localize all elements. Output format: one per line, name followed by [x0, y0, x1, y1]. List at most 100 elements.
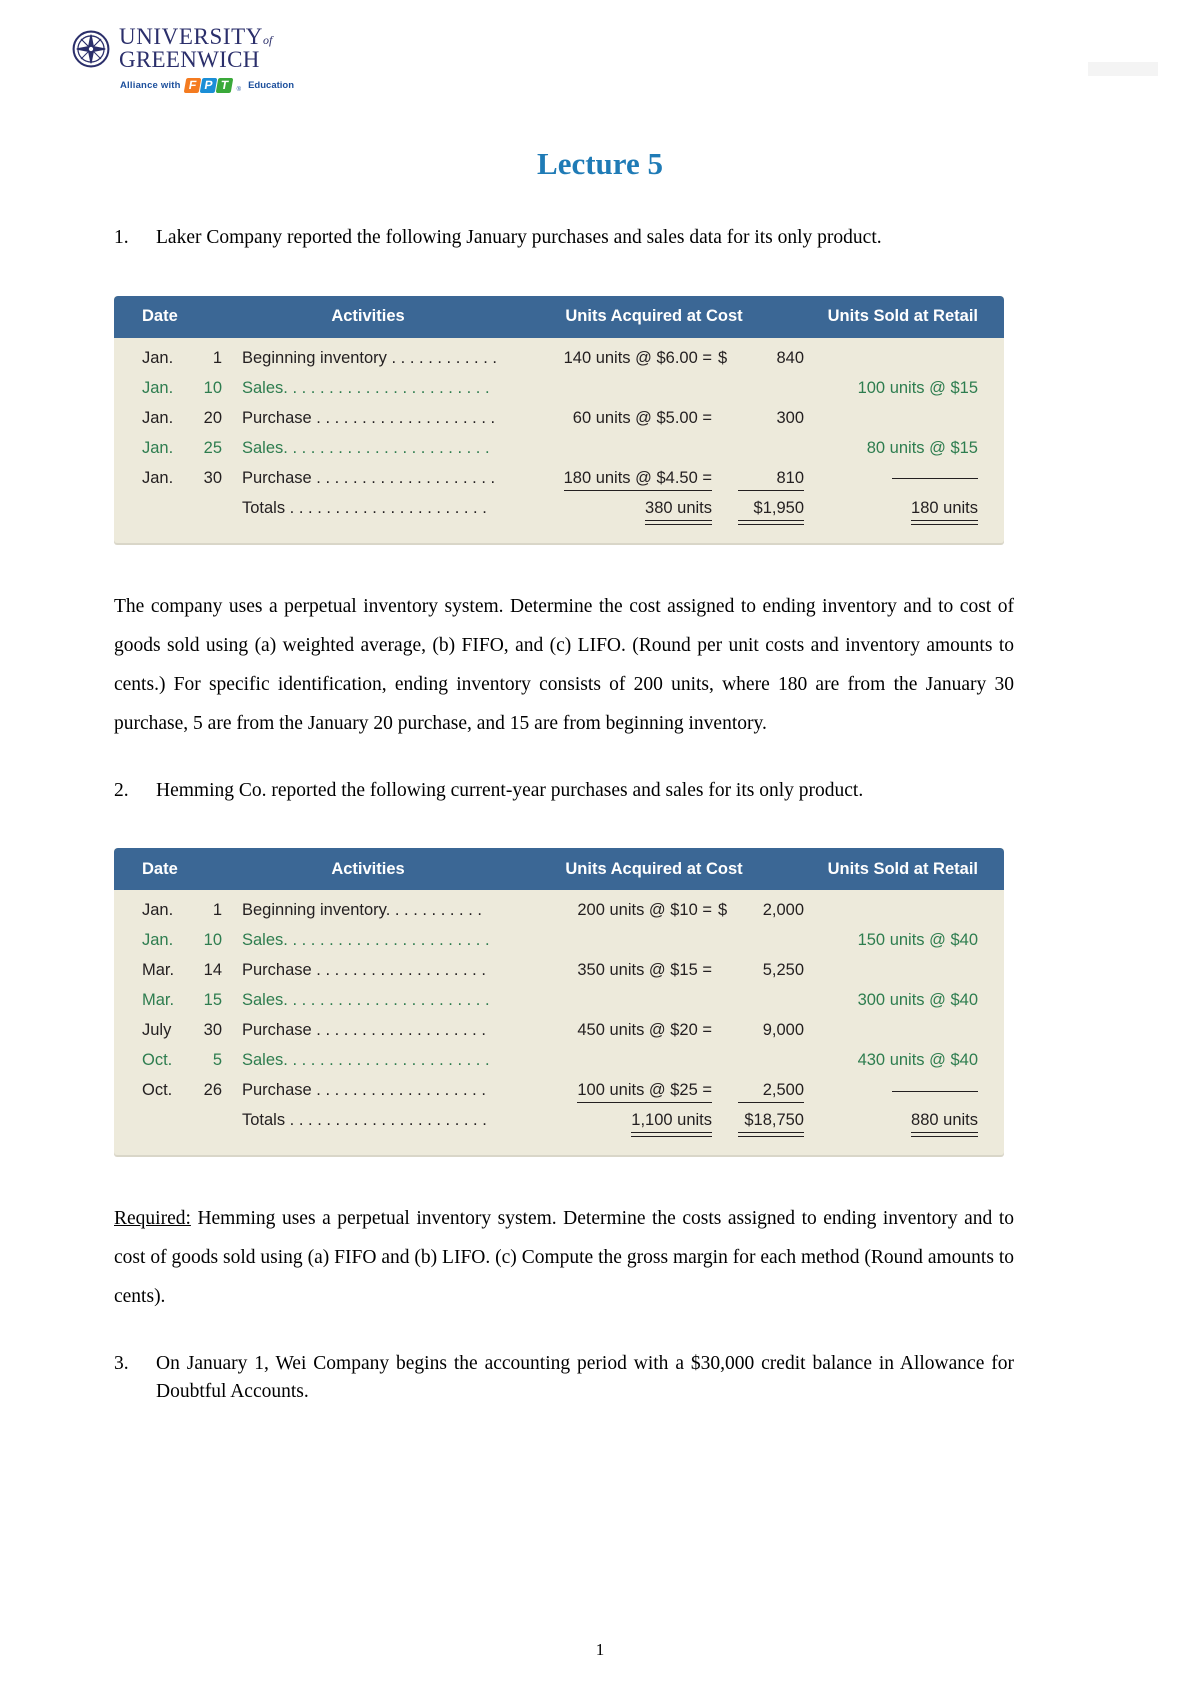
- table-1-body: Jan. 1 Beginning inventory . . . . . . .…: [114, 338, 1004, 543]
- row-retail: 100 units @ $15: [857, 378, 978, 397]
- row-date: July 30: [114, 1021, 232, 1040]
- totals-label: Totals . . . . . . . . . . . . . . . . .…: [242, 498, 487, 517]
- totals-cost: 380 units $1,950: [504, 499, 804, 525]
- university-wordmark: UNIVERSITYof GREENWICH: [119, 25, 273, 72]
- row-cost-amount: 5,250: [762, 961, 804, 980]
- totals-retail-cell: 180 units: [804, 499, 1004, 525]
- table-row: Mar. 14 Purchase . . . . . . . . . . . .…: [114, 961, 1004, 991]
- row-day: 1: [212, 901, 222, 920]
- totals-retail-cell: 880 units: [804, 1111, 1004, 1138]
- totals-retail: 880 units: [911, 1111, 978, 1138]
- wordmark-line2: GREENWICH: [119, 46, 260, 72]
- question-1-text: Laker Company reported the following Jan…: [156, 227, 882, 248]
- question-1: 1. Laker Company reported the following …: [114, 224, 1014, 252]
- row-day: 10: [203, 378, 222, 397]
- row-day: 25: [203, 438, 222, 457]
- row-month: Jan.: [142, 408, 174, 427]
- row-cost-amount: 840: [776, 348, 804, 367]
- row-cost-amount: 9,000: [762, 1021, 804, 1040]
- row-date: Oct. 5: [114, 1051, 232, 1070]
- row-cost-currency: $: [718, 901, 728, 920]
- totals-amount: $18,750: [738, 1111, 804, 1138]
- row-day: 10: [203, 931, 222, 950]
- row-day: 14: [203, 961, 222, 980]
- row-cost-units: 200 units @ $10 =: [577, 901, 712, 920]
- row-month: Jan.: [142, 931, 174, 950]
- row-cost-amount: 810: [738, 469, 804, 491]
- row-month: Mar.: [142, 961, 175, 980]
- row-cost-units: 140 units @ $6.00 =: [563, 348, 712, 367]
- row-activity: Beginning inventory . . . . . . . . . . …: [242, 348, 497, 367]
- table-row: Jan. 10 Sales. . . . . . . . . . . . . .…: [114, 379, 1004, 409]
- table-2-body: Jan. 1 Beginning inventory. . . . . . . …: [114, 890, 1004, 1155]
- table-totals-row: Totals . . . . . . . . . . . . . . . . .…: [114, 499, 1004, 529]
- table-row: Jan. 10 Sales. . . . . . . . . . . . . .…: [114, 931, 1004, 961]
- row-day: 1: [212, 348, 222, 367]
- table-2-header-cost: Units Acquired at Cost: [565, 859, 743, 878]
- paragraph-2-text: Hemming uses a perpetual inventory syste…: [114, 1208, 1014, 1308]
- fpt-letter-p: P: [199, 78, 217, 94]
- row-cost: 100 units @ $25 = 2,500: [504, 1081, 804, 1104]
- totals-label: Totals . . . . . . . . . . . . . . . . .…: [242, 1111, 487, 1130]
- question-2-number: 2.: [114, 779, 129, 801]
- row-cost-units: 450 units @ $20 =: [577, 1021, 712, 1040]
- row-month: Jan.: [142, 468, 174, 487]
- row-cost: 450 units @ $20 = 9,000: [504, 1021, 804, 1040]
- row-activity: Purchase . . . . . . . . . . . . . . . .…: [242, 1021, 486, 1040]
- wordmark-of: of: [263, 33, 273, 47]
- row-date: Mar. 14: [114, 961, 232, 980]
- row-cost: 200 units @ $10 = $ 2,000: [504, 901, 804, 920]
- row-activity: Sales. . . . . . . . . . . . . . . . . .…: [242, 438, 490, 457]
- required-label: Required:: [114, 1208, 191, 1230]
- fpt-logo-icon: FPT: [183, 78, 233, 94]
- row-retail-rule: [804, 469, 1004, 488]
- table-1-header-retail: Units Sold at Retail: [827, 307, 978, 326]
- fpt-alliance-lockup: Alliance with FPT ® Education: [120, 78, 472, 94]
- row-month: Mar.: [142, 991, 175, 1010]
- row-date: Jan. 20: [114, 409, 232, 428]
- row-activity: Beginning inventory. . . . . . . . . . .: [242, 901, 482, 920]
- row-date: Jan. 25: [114, 439, 232, 458]
- question-3-text: On January 1, Wei Company begins the acc…: [156, 1353, 1014, 1403]
- alliance-label: Alliance with: [120, 80, 181, 92]
- table-totals-row: Totals . . . . . . . . . . . . . . . . .…: [114, 1111, 1004, 1141]
- row-month: Jan.: [142, 901, 174, 920]
- row-day: 15: [203, 991, 222, 1010]
- row-cost-amount: 2,500: [738, 1081, 804, 1104]
- table-row: Jan. 1 Beginning inventory . . . . . . .…: [114, 349, 1004, 379]
- row-date: Oct. 26: [114, 1081, 232, 1100]
- row-retail: 430 units @ $40: [857, 1051, 978, 1070]
- row-date: Jan. 30: [114, 469, 232, 488]
- row-retail: 300 units @ $40: [857, 991, 978, 1010]
- row-cost-units: 180 units @ $4.50 =: [563, 469, 712, 491]
- row-activity: Sales. . . . . . . . . . . . . . . . . .…: [242, 378, 490, 397]
- row-date: Jan. 1: [114, 901, 232, 920]
- table-row: Oct. 5 Sales. . . . . . . . . . . . . . …: [114, 1051, 1004, 1081]
- page-title: Lecture 5: [537, 146, 663, 181]
- row-activity: Sales. . . . . . . . . . . . . . . . . .…: [242, 991, 490, 1010]
- table-2-header-activities: Activities: [331, 859, 405, 878]
- row-month: July: [142, 1021, 172, 1040]
- row-month: Jan.: [142, 378, 174, 397]
- table-1-header-activities: Activities: [331, 307, 405, 326]
- retail-subtotal-rule: [892, 1090, 978, 1092]
- compass-rose-icon: [72, 30, 110, 68]
- row-date: Jan. 1: [114, 349, 232, 368]
- logo-row: UNIVERSITYof GREENWICH: [72, 25, 472, 72]
- university-logo-header: UNIVERSITYof GREENWICH Alliance with FPT…: [72, 25, 472, 94]
- row-cost: 60 units @ $5.00 = 300: [504, 409, 804, 428]
- paragraph-1: The company uses a perpetual inventory s…: [114, 595, 1014, 734]
- table-row: Jan. 20 Purchase . . . . . . . . . . . .…: [114, 409, 1004, 439]
- document-content: 1. Laker Company reported the following …: [114, 224, 1014, 1406]
- row-retail-rule: [804, 1081, 1004, 1100]
- inventory-table-2: Date Activities Units Acquired at Cost U…: [114, 848, 1004, 1156]
- row-activity: Purchase . . . . . . . . . . . . . . . .…: [242, 961, 486, 980]
- row-cost: 350 units @ $15 = 5,250: [504, 961, 804, 980]
- question-2-text: Hemming Co. reported the following curre…: [156, 779, 864, 801]
- row-day: 20: [203, 408, 222, 427]
- row-day: 30: [203, 468, 222, 487]
- question-3-number: 3.: [114, 1353, 129, 1375]
- row-month: Jan.: [142, 348, 174, 367]
- row-day: 26: [203, 1081, 222, 1100]
- row-month: Oct.: [142, 1081, 173, 1100]
